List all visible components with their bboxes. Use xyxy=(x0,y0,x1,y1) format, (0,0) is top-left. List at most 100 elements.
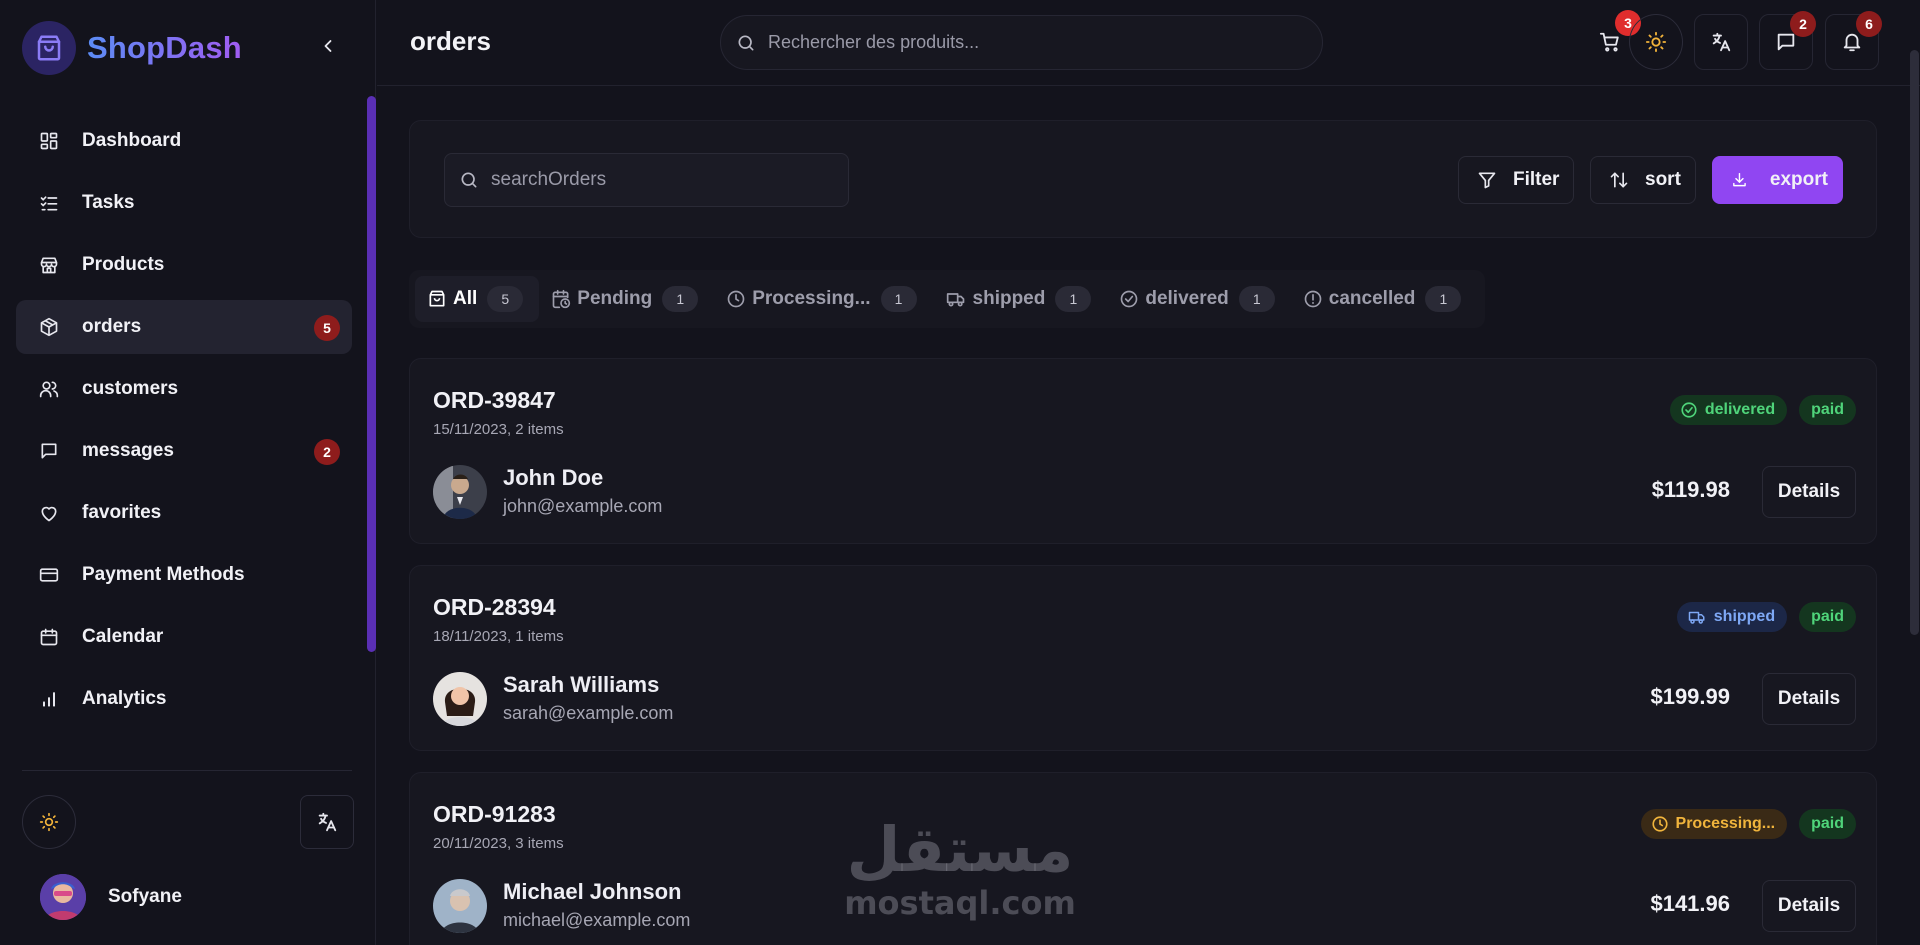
brand-name: ShopDash xyxy=(87,30,242,65)
tab-count: 1 xyxy=(662,286,699,312)
dashboard-icon xyxy=(38,130,60,152)
sidebar-item-label: Analytics xyxy=(82,688,167,709)
tab-count: 1 xyxy=(880,286,917,312)
order-id: ORD-39847 xyxy=(433,387,556,413)
order-id: ORD-28394 xyxy=(433,594,556,620)
message-icon xyxy=(38,440,60,462)
sidebar-item-dashboard[interactable]: Dashboard xyxy=(16,114,352,168)
page-title: orders xyxy=(410,26,491,56)
page-scrollbar[interactable] xyxy=(1910,50,1919,635)
status-label: Processing... xyxy=(1675,815,1776,832)
tasks-icon xyxy=(38,192,60,214)
order-card[interactable]: ORD-91283 20/11/2023, 3 items Michael Jo… xyxy=(409,772,1877,945)
sidebar-item-favorites[interactable]: favorites xyxy=(16,486,352,540)
brand[interactable]: ShopDash xyxy=(22,20,242,76)
tab-count: 1 xyxy=(1055,286,1092,312)
theme-toggle-button[interactable] xyxy=(1629,14,1683,70)
orders-toolbar: Filter sort export xyxy=(409,120,1877,238)
payment-badge: paid xyxy=(1799,395,1856,425)
sidebar-item-label: Tasks xyxy=(82,192,135,213)
export-button[interactable]: export xyxy=(1712,156,1843,204)
status-label: shipped xyxy=(1713,608,1776,625)
credit-card-icon xyxy=(38,564,60,586)
sidebar: ShopDash Dashboard Tasks Products orders… xyxy=(0,0,376,945)
orders-search[interactable] xyxy=(444,153,849,207)
tab-count: 1 xyxy=(1238,286,1275,312)
sidebar-scrollbar[interactable] xyxy=(367,96,376,652)
truck-icon xyxy=(946,293,964,307)
sidebar-item-messages[interactable]: messages 2 xyxy=(16,424,352,478)
tab-label: Processing... xyxy=(752,288,871,309)
details-button[interactable]: Details xyxy=(1762,466,1856,518)
user-profile[interactable]: Sofyane xyxy=(40,874,182,920)
sidebar-item-customers[interactable]: customers xyxy=(16,362,352,416)
sidebar-item-label: customers xyxy=(82,378,179,399)
filter-icon xyxy=(1478,172,1496,189)
customer-email: john@example.com xyxy=(503,496,663,516)
tab-label: delivered xyxy=(1145,288,1229,309)
tab-count: 1 xyxy=(1425,286,1462,312)
users-icon xyxy=(38,378,60,400)
sidebar-item-label: Payment Methods xyxy=(82,564,245,585)
sort-arrows-icon xyxy=(1610,172,1628,188)
package-icon xyxy=(38,316,60,338)
order-card[interactable]: ORD-39847 15/11/2023, 2 items John Doe j… xyxy=(409,358,1877,544)
sidebar-item-payment-methods[interactable]: Payment Methods xyxy=(16,548,352,602)
divider xyxy=(22,770,352,771)
calendar-clock-icon xyxy=(552,289,571,309)
sidebar-item-label: Dashboard xyxy=(82,130,182,151)
sidebar-item-tasks[interactable]: Tasks xyxy=(16,176,352,230)
global-search[interactable] xyxy=(720,15,1323,70)
messages-button[interactable]: 2 xyxy=(1759,11,1816,70)
sort-button[interactable]: sort xyxy=(1590,156,1696,204)
filter-label: Filter xyxy=(1513,169,1560,190)
tab-label: cancelled xyxy=(1328,288,1416,309)
tab-processing[interactable]: Processing... 1 xyxy=(714,276,932,322)
orders-search-input[interactable] xyxy=(491,169,831,191)
details-button[interactable]: Details xyxy=(1762,673,1856,725)
tab-shipped[interactable]: shipped 1 xyxy=(933,276,1108,322)
sidebar-item-products[interactable]: Products xyxy=(16,238,352,292)
theme-toggle-button[interactable] xyxy=(22,795,76,849)
order-badges: shipped paid xyxy=(1676,602,1856,632)
order-id: ORD-91283 xyxy=(433,801,556,827)
sidebar-item-label: Calendar xyxy=(82,626,164,647)
order-card[interactable]: ORD-28394 18/11/2023, 1 items Sarah Will… xyxy=(409,565,1877,751)
tab-label: Pending xyxy=(577,288,653,309)
tab-pending[interactable]: Pending 1 xyxy=(539,276,714,322)
sidebar-item-label: orders xyxy=(82,316,142,337)
tab-all[interactable]: All 5 xyxy=(415,276,540,322)
avatar xyxy=(433,672,487,726)
notifications-button[interactable]: 6 xyxy=(1825,11,1882,70)
order-total: $119.98 xyxy=(1651,477,1730,502)
avatar xyxy=(40,874,86,920)
order-date-items: 15/11/2023, 2 items xyxy=(433,421,564,438)
status-badge: Processing... xyxy=(1640,809,1788,839)
global-search-input[interactable] xyxy=(768,32,1288,53)
translate-icon xyxy=(318,812,337,832)
customer-email: michael@example.com xyxy=(503,910,691,930)
search-icon xyxy=(738,35,754,51)
avatar xyxy=(433,465,487,519)
sidebar-item-calendar[interactable]: Calendar xyxy=(16,610,352,664)
sidebar-item-label: favorites xyxy=(82,502,162,523)
language-button[interactable] xyxy=(300,795,354,849)
bag-icon xyxy=(429,290,445,307)
status-badge: shipped xyxy=(1676,602,1788,632)
tab-cancelled[interactable]: cancelled 1 xyxy=(1291,276,1478,322)
clock-icon xyxy=(1651,816,1668,832)
clock-icon xyxy=(727,290,745,308)
sidebar-item-orders[interactable]: orders 5 xyxy=(16,300,352,354)
details-button[interactable]: Details xyxy=(1762,880,1856,932)
collapse-sidebar-button[interactable] xyxy=(315,33,341,59)
heart-icon xyxy=(38,502,60,524)
orders-count-badge: 5 xyxy=(314,315,340,341)
sidebar-item-analytics[interactable]: Analytics xyxy=(16,672,352,726)
calendar-icon xyxy=(38,626,60,648)
store-icon xyxy=(38,254,60,276)
language-button[interactable] xyxy=(1694,14,1748,70)
tab-delivered[interactable]: delivered 1 xyxy=(1107,276,1290,322)
order-date-items: 20/11/2023, 3 items xyxy=(433,835,564,852)
filter-button[interactable]: Filter xyxy=(1458,156,1575,204)
tab-label: All xyxy=(453,288,478,309)
